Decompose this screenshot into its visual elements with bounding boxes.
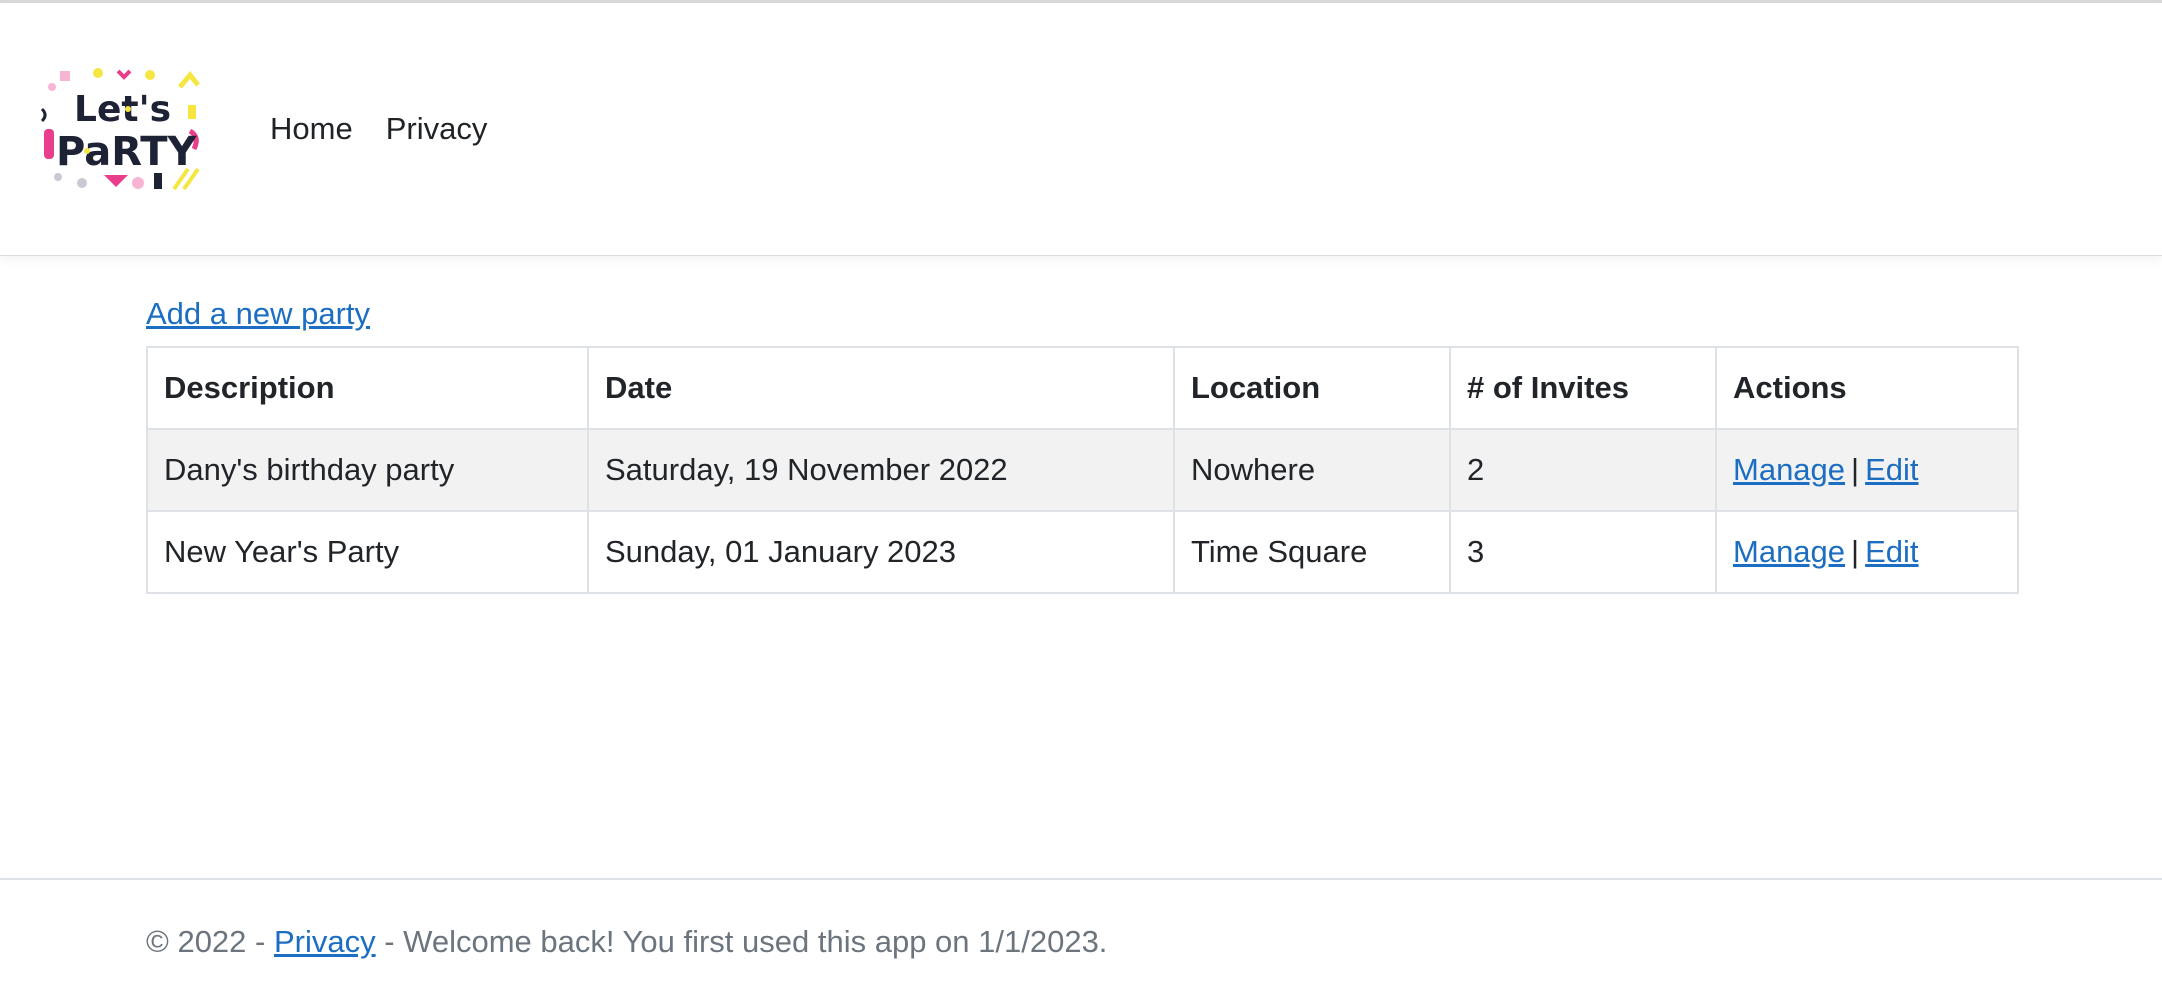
footer-welcome-message: - Welcome back! You first used this app … bbox=[375, 924, 1108, 959]
page-footer: © 2022 - Privacy - Welcome back! You fir… bbox=[0, 878, 2162, 994]
main-nav: Home Privacy bbox=[270, 111, 487, 147]
nav-privacy-link[interactable]: Privacy bbox=[386, 111, 488, 147]
edit-link[interactable]: Edit bbox=[1865, 534, 1918, 569]
cell-actions: Manage | Edit bbox=[1715, 428, 2019, 512]
manage-link[interactable]: Manage bbox=[1733, 452, 1845, 487]
cell-location: Time Square bbox=[1173, 510, 1451, 594]
nav-home-link[interactable]: Home bbox=[270, 111, 353, 147]
cell-invites: 3 bbox=[1449, 510, 1717, 594]
cell-invites: 2 bbox=[1449, 428, 1717, 512]
lets-party-logo: Let's PaRTY bbox=[40, 68, 200, 191]
manage-link[interactable]: Manage bbox=[1733, 534, 1845, 569]
footer-copyright: © 2022 - bbox=[146, 924, 274, 959]
cell-actions: Manage | Edit bbox=[1715, 510, 2019, 594]
add-new-party-link[interactable]: Add a new party bbox=[146, 296, 370, 332]
action-separator: | bbox=[1851, 452, 1860, 487]
table-row: Dany's birthday party Saturday, 19 Novem… bbox=[146, 428, 2019, 512]
svg-text:PaRTY: PaRTY bbox=[56, 129, 198, 175]
svg-text:Let's: Let's bbox=[74, 89, 171, 130]
parties-table: Description Date Location # of Invites A… bbox=[146, 346, 2019, 594]
column-header-location: Location bbox=[1173, 346, 1451, 430]
column-header-invites: # of Invites bbox=[1449, 346, 1717, 430]
table-header-row: Description Date Location # of Invites A… bbox=[146, 346, 2019, 430]
edit-link[interactable]: Edit bbox=[1865, 452, 1918, 487]
column-header-date: Date bbox=[587, 346, 1175, 430]
navbar: Let's PaRTY Home Privacy bbox=[0, 3, 2162, 256]
footer-privacy-link[interactable]: Privacy bbox=[274, 924, 376, 959]
cell-description: New Year's Party bbox=[146, 510, 589, 594]
cell-date: Saturday, 19 November 2022 bbox=[587, 428, 1175, 512]
table-row: New Year's Party Sunday, 01 January 2023… bbox=[146, 510, 2019, 594]
cell-location: Nowhere bbox=[1173, 428, 1451, 512]
cell-date: Sunday, 01 January 2023 bbox=[587, 510, 1175, 594]
column-header-description: Description bbox=[146, 346, 589, 430]
action-separator: | bbox=[1851, 534, 1860, 569]
footer-text: © 2022 - Privacy - Welcome back! You fir… bbox=[146, 924, 1107, 960]
cell-description: Dany's birthday party bbox=[146, 428, 589, 512]
column-header-actions: Actions bbox=[1715, 346, 2019, 430]
